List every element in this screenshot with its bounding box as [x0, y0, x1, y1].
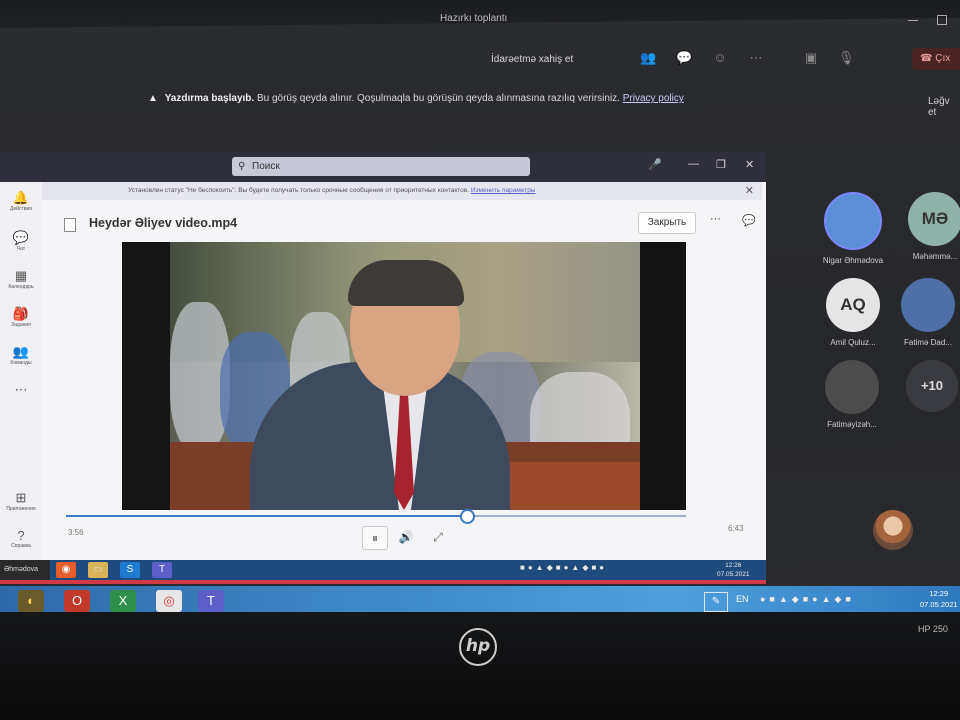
participant-amil[interactable]: AQ Amil Quluz...: [816, 278, 890, 347]
opera-app-icon[interactable]: O: [64, 590, 90, 612]
volume-icon: 🔊: [398, 530, 414, 544]
recording-banner: ▲ Yazdırma başlayıb. Bu görüş qeyda alın…: [148, 93, 684, 104]
more-options-icon[interactable]: ⋯: [748, 50, 764, 66]
reactions-icon[interactable]: ☺: [712, 50, 728, 66]
shared-minimize-button[interactable]: —: [688, 158, 699, 170]
video-image: [170, 242, 640, 510]
rail-item-calendar[interactable]: ▦ Календарь: [2, 268, 40, 290]
participant-fatimeyizeh[interactable]: Fatiməyizəh...: [814, 360, 890, 429]
taskbar-clock[interactable]: 12:29 07.05.2021: [920, 588, 958, 610]
more-participants-button[interactable]: +10: [904, 360, 960, 412]
calendar-icon: ▦: [14, 268, 28, 283]
self-video-thumbnail: [873, 510, 913, 550]
fullscreen-icon: ⤢: [433, 530, 443, 544]
seek-progress: [66, 515, 466, 517]
pause-icon: ⏸: [371, 531, 378, 545]
pen-input-icon[interactable]: ✎: [704, 592, 728, 612]
chat-icon: 💬: [12, 230, 30, 245]
current-time: 3:56: [68, 528, 84, 537]
status-notification: Установлен статус "Не беспокоить". Вы бу…: [42, 182, 762, 200]
avatar: [825, 360, 879, 414]
recording-message: Bu görüş qeyda alınır. Qoşulmaqla bu gör…: [256, 93, 620, 104]
help-icon: ?: [17, 528, 25, 543]
volume-button[interactable]: 🔊: [394, 526, 418, 548]
more-options-icon[interactable]: ⋯: [710, 212, 721, 225]
pause-button[interactable]: ⏸: [362, 526, 388, 550]
shared-taskbar: Əhmədova ◉ ▭ S T ■●▲◆■●▲◆■● 12:26 07.05.…: [0, 560, 766, 580]
teams-app-icon[interactable]: T: [198, 590, 224, 612]
search-input[interactable]: ⚲ Поиск: [232, 157, 530, 176]
skype-app-icon[interactable]: S: [120, 562, 140, 578]
avatar: MƏ: [908, 192, 960, 246]
assignments-icon: 🎒: [12, 306, 30, 321]
rail-item-help[interactable]: ? Справка: [2, 528, 40, 549]
mic-icon[interactable]: 🎤: [648, 158, 662, 171]
request-control-button[interactable]: İdarəetmə xahiş et: [491, 54, 573, 65]
rail-item-teams[interactable]: 👥 Команды: [2, 344, 40, 366]
video-frame[interactable]: [122, 242, 686, 510]
close-file-button[interactable]: Закрыть: [638, 212, 696, 234]
participant-mahamma[interactable]: MƏ Məhəmmə...: [900, 192, 960, 261]
recording-heading: Yazdırma başlayıb.: [164, 93, 255, 104]
avatar: AQ: [826, 278, 880, 332]
seek-handle[interactable]: [459, 509, 475, 524]
video-file-icon: [64, 218, 76, 232]
rail-item-activity[interactable]: 🔔 Действия: [2, 190, 40, 212]
teams-app-rail: 🔔 Действия 💬 Чат ▦ Календарь 🎒 Задания 👥 Кома…: [0, 182, 42, 562]
conversation-icon[interactable]: 💬: [742, 214, 756, 227]
rail-item-apps[interactable]: ⊞ Приложения: [2, 490, 40, 512]
shared-system-tray: ■●▲◆■●▲◆■●: [520, 563, 608, 572]
chrome-app-icon[interactable]: ◎: [156, 590, 182, 612]
file-name: Heydər Əliyev video.mp4: [89, 216, 238, 230]
meeting-title: Hazırkı toplantı: [440, 13, 508, 24]
language-indicator[interactable]: EN: [736, 594, 749, 604]
fullscreen-button[interactable]: ⤢: [426, 526, 450, 548]
hp-logo: hp: [459, 628, 497, 666]
teams-app-icon[interactable]: T: [152, 562, 172, 578]
participant-nigar[interactable]: Nigar Əhmədova: [816, 192, 890, 265]
system-tray: ●■▲◆■●▲◆■: [760, 594, 855, 604]
excel-app-icon[interactable]: X: [110, 590, 136, 612]
shared-titlebar: ⚲ Поиск 🎤 — ❐ ✕: [0, 152, 766, 182]
shared-maximize-button[interactable]: ❐: [716, 158, 726, 171]
app-icon-1[interactable]: ◐: [18, 590, 44, 612]
close-icon[interactable]: ✕: [745, 182, 754, 200]
shared-screen: ⚲ Поиск 🎤 — ❐ ✕ 🔔 Действия 💬 Чат ▦ Календар…: [0, 152, 766, 584]
shared-clock: 12:26 07.05.2021: [717, 562, 750, 578]
file-viewer: Установлен статус "Не беспокоить". Вы бу…: [42, 182, 766, 562]
rail-item-more[interactable]: ⋯: [2, 382, 40, 398]
more-icon: ⋯: [14, 382, 28, 397]
folder-app-icon[interactable]: ▭: [88, 562, 108, 578]
participant-fatima[interactable]: Fatimə Dad...: [896, 278, 960, 347]
browser-app-icon[interactable]: ◉: [56, 562, 76, 578]
privacy-policy-link[interactable]: Privacy policy: [623, 93, 684, 104]
minimize-button[interactable]: [908, 20, 918, 21]
phone-icon: ☎: [920, 53, 936, 64]
leave-button[interactable]: ☎ Çıx: [912, 48, 960, 70]
shared-close-button[interactable]: ✕: [745, 158, 754, 171]
laptop-model-label: HP 250: [918, 624, 948, 634]
mic-off-icon[interactable]: 🎙: [838, 50, 855, 66]
seek-bar[interactable]: [66, 509, 686, 524]
apps-icon: ⊞: [15, 490, 27, 505]
dismiss-recording-button[interactable]: Ləğv et: [928, 96, 960, 118]
rail-item-assignments[interactable]: 🎒 Задания: [2, 306, 40, 328]
change-settings-link[interactable]: Изменить параметры: [471, 187, 536, 194]
avatar: [901, 278, 955, 332]
total-time: 6:43: [728, 524, 744, 533]
chat-icon[interactable]: 💬: [676, 50, 692, 66]
bell-icon: 🔔: [12, 190, 30, 205]
maximize-button[interactable]: [937, 15, 947, 25]
rail-item-chat[interactable]: 💬 Чат: [2, 230, 40, 252]
people-icon[interactable]: 👥: [640, 50, 656, 66]
warning-icon: ▲: [148, 93, 158, 104]
overflow-count: +10: [906, 360, 958, 412]
avatar: [824, 192, 882, 250]
presenter-label: Əhmədova: [0, 560, 50, 580]
camera-off-icon[interactable]: ▣: [803, 50, 819, 66]
search-icon: ⚲: [238, 161, 246, 172]
teams-icon: 👥: [12, 344, 30, 359]
